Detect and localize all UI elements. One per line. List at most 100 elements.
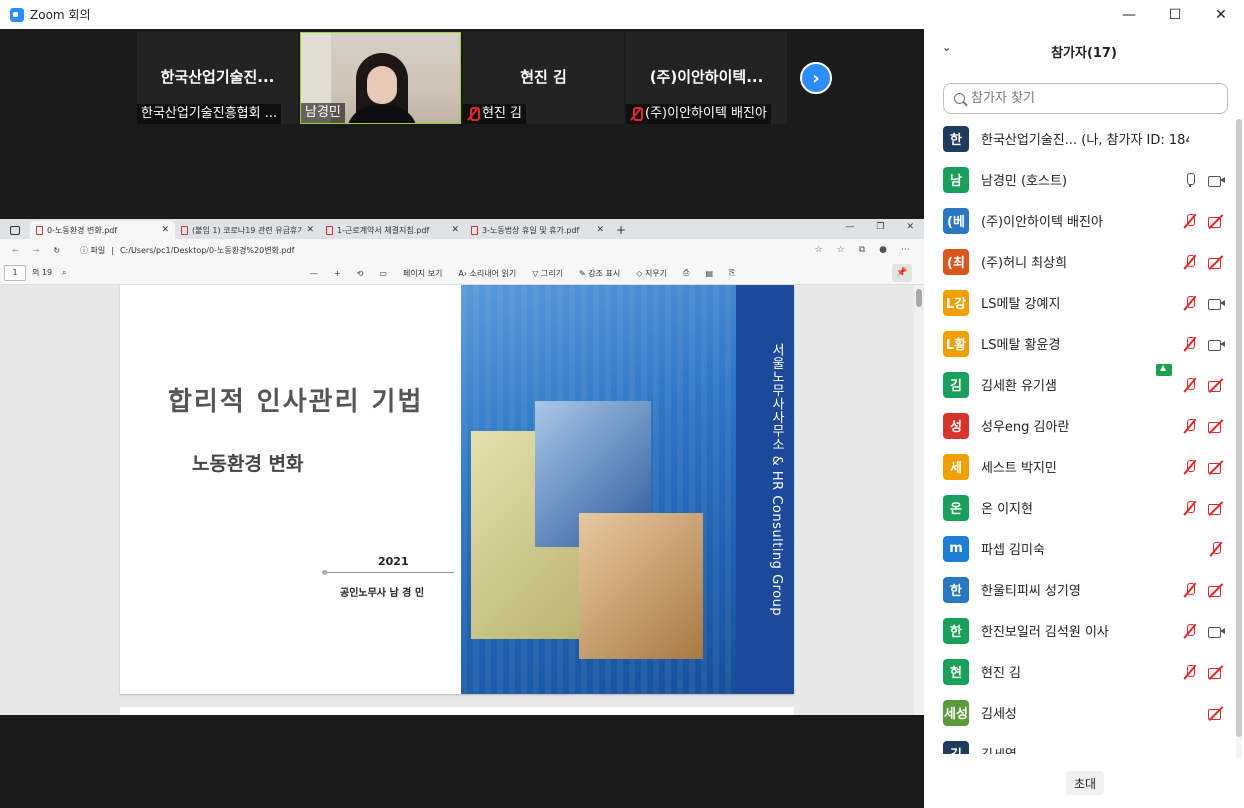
forward-arrow-icon[interactable]: → <box>33 246 40 255</box>
browser-close-button[interactable]: ✕ <box>906 222 914 232</box>
participant-row[interactable]: 성 성우eng 김아란 <box>924 405 1244 446</box>
mic-muted-icon[interactable] <box>1182 377 1198 393</box>
page-number-input[interactable]: 1 <box>4 264 26 281</box>
draw-button[interactable]: ▽ 그리기 <box>532 268 563 279</box>
participant-row[interactable]: 온 온 이지현 <box>924 487 1244 528</box>
chevron-down-icon[interactable]: ⌄ <box>942 41 951 54</box>
participant-search-input[interactable] <box>971 91 1211 106</box>
camera-off-icon[interactable] <box>1208 377 1224 393</box>
participant-row[interactable]: 세 세스트 박지민 <box>924 446 1244 487</box>
zoom-in-button[interactable]: + <box>334 269 341 278</box>
pdf-viewport[interactable]: 합리적 인사관리 기법 노동환경 변화 2021 공인노무사 남 경 민 서울노… <box>0 285 924 715</box>
fit-page-icon[interactable]: ▭ <box>379 269 387 278</box>
rotate-icon[interactable]: ⟲ <box>357 269 364 278</box>
profile-icon[interactable]: ● <box>879 245 887 255</box>
participant-row[interactable]: 한 한울티피씨 성기영 <box>924 569 1244 610</box>
browser-minimize-button[interactable]: — <box>845 222 854 232</box>
camera-off-icon[interactable] <box>1208 500 1224 516</box>
pin-toolbar-icon[interactable]: 📌 <box>892 264 912 282</box>
participant-row[interactable]: L강 LS메탈 강예지 <box>924 282 1244 323</box>
browser-tab[interactable]: 0-노동환경 변화.pdf ✕ <box>30 221 175 239</box>
close-button[interactable]: ✕ <box>1198 0 1244 29</box>
participant-row[interactable]: m 파셉 김미숙 <box>924 528 1244 569</box>
slide-year: 2021 <box>378 555 409 568</box>
camera-off-icon[interactable] <box>1208 459 1224 475</box>
tab-close-icon[interactable]: ✕ <box>451 225 459 235</box>
favorites-icon[interactable]: ☆ <box>837 245 845 255</box>
highlight-button[interactable]: ✎ 강조 표시 <box>579 268 620 279</box>
browser-restore-button[interactable]: ❐ <box>876 222 884 232</box>
print-icon[interactable]: ⎙ <box>683 268 689 278</box>
new-tab-button[interactable]: + <box>616 223 626 237</box>
camera-off-icon[interactable] <box>1208 664 1224 680</box>
mic-muted-icon[interactable] <box>1182 336 1198 352</box>
participant-scrollbar[interactable] <box>1236 119 1242 759</box>
video-thumbnail[interactable]: 현진 김 현진 김 <box>463 32 624 124</box>
tab-label: 0-노동환경 변화.pdf <box>47 225 118 235</box>
mic-muted-icon[interactable] <box>1182 459 1198 475</box>
tab-actions-icon[interactable] <box>10 226 20 235</box>
erase-button[interactable]: ◇ 지우기 <box>636 268 667 279</box>
mic-muted-icon[interactable] <box>1182 582 1198 598</box>
more-menu-icon[interactable]: ⋯ <box>901 245 910 255</box>
reload-icon[interactable]: ↻ <box>53 246 60 255</box>
avatar: 김 <box>943 740 969 754</box>
camera-off-icon[interactable] <box>1208 705 1224 721</box>
search-icon[interactable]: ⌕ <box>62 268 66 278</box>
participant-row[interactable]: 현 현진 김 <box>924 651 1244 692</box>
participant-status-icons <box>1182 323 1225 364</box>
camera-off-icon[interactable] <box>1208 213 1224 229</box>
browser-tab[interactable]: 3-노동법상 휴일 및 휴가.pdf ✕ <box>465 221 610 239</box>
camera-icon[interactable] <box>1208 172 1225 188</box>
participant-row[interactable]: (베 (주)이안하이텍 배진아 <box>924 200 1244 241</box>
tab-close-icon[interactable]: ✕ <box>306 225 314 235</box>
url-field[interactable]: ⓘ 파일 | C:/Users/pc1/Desktop/0-노동환경%20변화.… <box>80 245 815 256</box>
participant-search[interactable] <box>943 83 1228 114</box>
camera-off-icon[interactable] <box>1208 418 1224 434</box>
next-page-arrow-button[interactable]: › <box>800 62 832 94</box>
mic-muted-icon[interactable] <box>1182 664 1198 680</box>
save-as-icon[interactable]: ⎘ <box>729 268 735 278</box>
zoom-out-button[interactable]: — <box>310 269 318 278</box>
read-aloud-button[interactable]: A› 소리내어 읽기 <box>458 268 516 279</box>
camera-off-icon[interactable] <box>1208 582 1224 598</box>
mic-muted-icon[interactable] <box>1182 500 1198 516</box>
camera-icon[interactable] <box>1208 336 1225 352</box>
scrollbar-thumb[interactable] <box>916 289 922 307</box>
scrollbar-thumb[interactable] <box>1236 119 1242 737</box>
participant-row[interactable]: L황 LS메탈 황윤경 <box>924 323 1244 364</box>
video-thumbnail[interactable]: 한국산업기술진... 한국산업기술진흥협회 ... <box>137 32 298 124</box>
mic-muted-icon[interactable] <box>1182 213 1198 229</box>
participant-row[interactable]: 김 김세열 <box>924 733 1244 754</box>
microphone-icon[interactable] <box>1182 172 1198 188</box>
participant-row[interactable]: 남 남경민 (호스트) <box>924 159 1244 376</box>
mic-muted-icon[interactable] <box>1182 295 1198 311</box>
collections-icon[interactable]: ⧉ <box>859 245 865 255</box>
save-icon[interactable]: ▤ <box>705 269 713 278</box>
favorite-star-icon[interactable]: ☆ <box>815 245 823 255</box>
minimize-button[interactable]: — <box>1106 0 1152 29</box>
tab-close-icon[interactable]: ✕ <box>161 225 169 235</box>
participant-row[interactable]: 김 김세환 유기샘 <box>924 364 1244 405</box>
page-view-button[interactable]: 페이지 보기 <box>403 268 442 279</box>
mic-muted-icon[interactable] <box>1182 623 1198 639</box>
participant-row[interactable]: 한 한국산업기술진... (나, 참가자 ID: 184192) <box>924 118 1244 159</box>
tab-close-icon[interactable]: ✕ <box>596 225 604 235</box>
participant-row[interactable]: (최 (주)허니 최상희 <box>924 241 1244 282</box>
video-thumbnail[interactable]: (주)이안하이텍... (주)이안하이텍 배진아 <box>626 32 787 124</box>
back-arrow-icon[interactable]: ← <box>12 246 19 255</box>
browser-tab[interactable]: 1-근로계약서 체결지침.pdf ✕ <box>320 221 465 239</box>
video-thumbnail-active-speaker[interactable]: 남경민 <box>300 32 461 124</box>
participant-row[interactable]: 한 한진보일러 김석원 이사 <box>924 610 1244 651</box>
camera-off-icon[interactable] <box>1208 254 1224 270</box>
maximize-button[interactable]: ☐ <box>1152 0 1198 29</box>
participant-row[interactable]: 세성 김세성 <box>924 692 1244 733</box>
camera-icon[interactable] <box>1208 295 1225 311</box>
mic-muted-icon[interactable] <box>1182 418 1198 434</box>
invite-button[interactable]: 초대 <box>1066 771 1104 795</box>
browser-tab[interactable]: (붙임 1) 코로나19 관련 유급휴가 비 ✕ <box>175 221 320 239</box>
mic-muted-icon[interactable] <box>1208 541 1224 557</box>
mic-muted-icon[interactable] <box>1182 254 1198 270</box>
camera-icon[interactable] <box>1208 623 1225 639</box>
pdf-scrollbar[interactable] <box>914 285 924 715</box>
